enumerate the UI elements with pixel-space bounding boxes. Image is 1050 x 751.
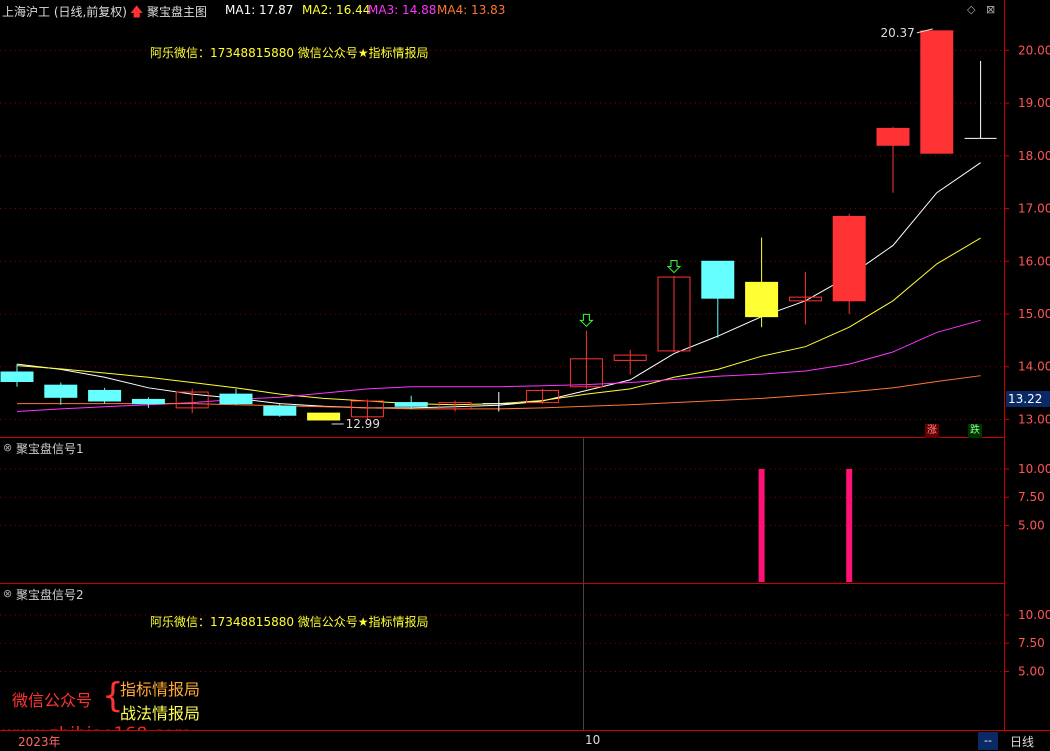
candle-body (88, 389, 122, 402)
promo-line1: 指标情报局 (120, 680, 201, 699)
panel2-watermark-text: 阿乐微信：17348815880 微信公众号★指标情报局 (150, 615, 429, 629)
ma4-value: MA4: 13.83 (437, 3, 506, 17)
panel1-tick-label: 7.50 (1018, 490, 1045, 504)
candle-body (701, 260, 735, 299)
y-tick-label: 14.00 (1018, 360, 1050, 374)
arrow-up-icon: 🡅 (130, 5, 144, 20)
y-tick-label: 17.00 (1018, 202, 1050, 216)
candle-body (0, 371, 34, 382)
panel2-tick-label: 5.00 (1018, 664, 1045, 678)
candle-body (920, 30, 954, 154)
promo-line2: 战法情报局 (120, 704, 201, 723)
diamond-icon[interactable]: ◇ (967, 3, 975, 16)
stock-title[interactable]: 上海沪工 (日线,前复权) (2, 3, 127, 20)
y-tick-label: 13.00 (1018, 412, 1050, 426)
candle-body (131, 398, 165, 405)
low-label: 12.99 (346, 417, 380, 431)
candle-body (832, 215, 866, 302)
ma3-value: MA3: 14.88 (368, 3, 437, 17)
arrow-down-icon (579, 313, 594, 328)
arrow-down-icon (666, 260, 682, 274)
candle-body (263, 405, 297, 416)
candle-body (44, 384, 78, 398)
candle-body (745, 281, 779, 318)
candle-body (876, 127, 910, 146)
panel2-collapse-icon[interactable]: ⊗ (3, 587, 12, 600)
close-icon[interactable]: ⊠ (986, 3, 995, 16)
chart-canvas: 13.00 14.00 15.00 16.00 17.00 18.00 19.00 20.00… (0, 0, 1050, 730)
panel2-tick-label: 10.00 (1018, 608, 1050, 622)
panel1-signal-bar (846, 468, 853, 582)
chart-name[interactable]: 聚宝盘主图 (147, 3, 207, 20)
current-price-box: 13.22 (1006, 391, 1050, 407)
ma2-value: MA2: 16.44 (302, 3, 371, 17)
y-tick-label: 19.00 (1018, 96, 1050, 110)
panel1-collapse-icon[interactable]: ⊗ (3, 441, 12, 454)
panel1-signal-bar (758, 468, 765, 582)
panel2-tick-label: 7.50 (1018, 636, 1045, 650)
panel-separator-2 (0, 583, 1005, 584)
ma1-value: MA1: 17.87 (225, 3, 294, 17)
candle-body (219, 393, 253, 405)
y-tick-label: 20.00 (1018, 43, 1050, 57)
month-divider-line (583, 438, 584, 730)
panel1-tick-label: 10.00 (1018, 462, 1050, 476)
footer-year: 2023年 (18, 735, 61, 749)
y-tick-label: 15.00 (1018, 307, 1050, 321)
candle-body (394, 402, 428, 407)
high-label: 20.37 (880, 26, 914, 40)
footer-dash-button[interactable]: -- (978, 732, 998, 750)
panel1-tick-label: 5.00 (1018, 518, 1045, 532)
footer-month: 10 (585, 733, 601, 747)
panel1-title[interactable]: 聚宝盘信号1 (16, 440, 84, 457)
candle-body (307, 412, 341, 421)
footer-period-tab[interactable]: 日线 (1010, 733, 1034, 750)
y-tick-label: 16.00 (1018, 254, 1050, 268)
footer-bar: 2023年 10 -- 日线 (0, 730, 1050, 751)
panel2-title[interactable]: 聚宝盘信号2 (16, 586, 84, 603)
promo-left: 微信公众号 (12, 691, 93, 710)
panel-separator-1 (0, 437, 1005, 438)
watermark-text: 阿乐微信：17348815880 微信公众号★指标情报局 (150, 46, 429, 60)
badge-down[interactable]: 跌 (968, 424, 982, 438)
right-axis-line (1004, 0, 1005, 730)
y-tick-label: 18.00 (1018, 149, 1050, 163)
badge-up[interactable]: 涨 (925, 424, 939, 438)
